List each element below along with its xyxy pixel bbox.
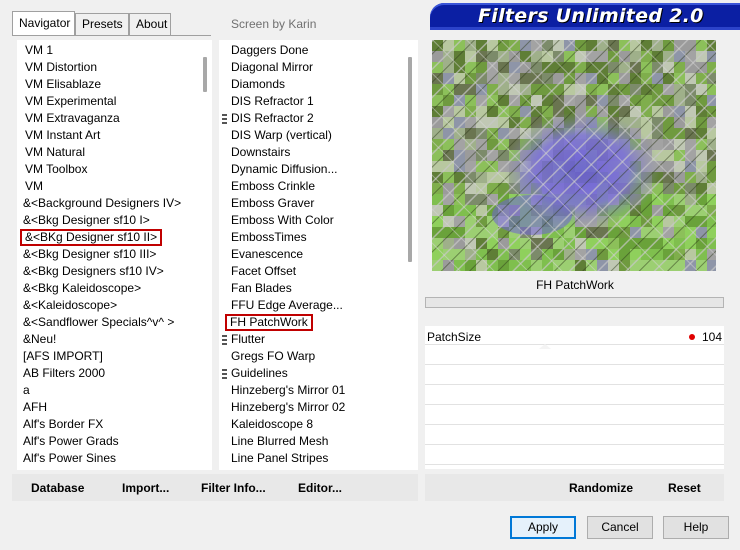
- category-item[interactable]: Alf's Border FX: [23, 416, 103, 433]
- category-item[interactable]: &<Background Designers IV>: [23, 195, 181, 212]
- patchwork-preview: [432, 40, 716, 271]
- randomize-button[interactable]: Randomize: [569, 481, 633, 495]
- filter-item[interactable]: Kaleidoscope 8: [231, 416, 313, 433]
- filter-item[interactable]: Fan Blades: [231, 280, 292, 297]
- category-item[interactable]: VM Natural: [25, 144, 85, 161]
- category-item[interactable]: [AFS IMPORT]: [23, 348, 103, 365]
- credit-text: Screen by Karin: [231, 17, 317, 31]
- filter-item[interactable]: Daggers Done: [231, 42, 308, 59]
- filter-item[interactable]: Emboss Graver: [231, 195, 314, 212]
- category-item[interactable]: VM Distortion: [25, 59, 97, 76]
- tab-presets[interactable]: Presets: [75, 13, 129, 35]
- param-row-empty: [425, 446, 724, 465]
- filter-item[interactable]: Hinzeberg's Mirror 01: [231, 382, 345, 399]
- filter-item[interactable]: DIS Warp (vertical): [231, 127, 332, 144]
- filter-item[interactable]: EmbossTimes: [231, 229, 307, 246]
- filter-info-button[interactable]: Filter Info...: [201, 481, 266, 495]
- drag-grip-icon: [222, 369, 227, 379]
- parameter-panel: PatchSize 104: [425, 326, 724, 469]
- filter-item[interactable]: DIS Refractor 1: [231, 93, 314, 110]
- filter-item[interactable]: Line Shift...: [231, 467, 291, 470]
- filter-item[interactable]: Emboss Crinkle: [231, 178, 315, 195]
- category-item[interactable]: VM Experimental: [25, 93, 116, 110]
- filter-item[interactable]: Diagonal Mirror: [231, 59, 313, 76]
- filter-item[interactable]: Flutter: [231, 331, 265, 348]
- cancel-button[interactable]: Cancel: [587, 516, 653, 539]
- preview-image: [432, 40, 716, 271]
- filter-item[interactable]: Dynamic Diffusion...: [231, 161, 337, 178]
- filter-item[interactable]: Emboss With Color: [231, 212, 334, 229]
- category-item[interactable]: VM 1: [25, 42, 53, 59]
- category-item[interactable]: AFH: [23, 399, 47, 416]
- category-item[interactable]: &<Bkg Kaleidoscope>: [23, 280, 141, 297]
- tab-navigator[interactable]: Navigator: [12, 11, 75, 36]
- category-item[interactable]: &<Sandflower Specials^v^ >: [23, 314, 174, 331]
- param-label: PatchSize: [427, 330, 482, 344]
- tab-divider: [12, 35, 211, 36]
- filter-item[interactable]: Line Panel Stripes: [231, 450, 328, 467]
- editor-button[interactable]: Editor...: [298, 481, 342, 495]
- category-item[interactable]: &<Bkg Designers sf10 IV>: [23, 263, 164, 280]
- filter-list[interactable]: Daggers Done Diagonal Mirror Diamonds DIS R…: [219, 40, 418, 470]
- help-button[interactable]: Help: [663, 516, 729, 539]
- progress-bar: [425, 297, 724, 308]
- filter-item[interactable]: Facet Offset: [231, 263, 296, 280]
- category-item[interactable]: a: [23, 382, 30, 399]
- param-row-empty: [425, 346, 724, 365]
- drag-grip-icon: [222, 114, 227, 124]
- category-item[interactable]: VM Elisablaze: [25, 76, 101, 93]
- filter-item[interactable]: DIS Refractor 2: [231, 110, 314, 127]
- category-item[interactable]: &<Bkg Designer sf10 III>: [23, 246, 156, 263]
- category-list[interactable]: VM 1 VM Distortion VM Elisablaze VM Experim…: [17, 40, 212, 470]
- category-item[interactable]: &<Bkg Designer sf10 I>: [23, 212, 150, 229]
- category-item[interactable]: VM Extravaganza: [25, 110, 120, 127]
- param-row-empty: [425, 386, 724, 405]
- category-item[interactable]: Alf's Power Sines: [23, 450, 116, 467]
- database-button[interactable]: Database: [31, 481, 84, 495]
- drag-grip-icon: [222, 335, 227, 345]
- filter-item[interactable]: Hinzeberg's Mirror 02: [231, 399, 345, 416]
- apply-button[interactable]: Apply: [510, 516, 576, 539]
- filter-item[interactable]: FFU Edge Average...: [231, 297, 343, 314]
- category-item[interactable]: &Neu!: [23, 331, 56, 348]
- tab-about[interactable]: About: [129, 13, 171, 35]
- category-item[interactable]: Alf's Power Grads: [23, 433, 119, 450]
- category-item[interactable]: &<Kaleidoscope>: [23, 297, 117, 314]
- category-scrollbar[interactable]: [203, 57, 207, 92]
- app-title: Filters Unlimited 2.0: [478, 5, 704, 27]
- filter-item[interactable]: Guidelines: [231, 365, 288, 382]
- filter-item[interactable]: Evanescence: [231, 246, 303, 263]
- param-value: 104: [702, 330, 723, 344]
- filter-item[interactable]: Downstairs: [231, 144, 290, 161]
- reset-button[interactable]: Reset: [668, 481, 701, 495]
- import-button[interactable]: Import...: [122, 481, 169, 495]
- category-item[interactable]: VM Toolbox: [25, 161, 87, 178]
- param-row-empty: [425, 366, 724, 385]
- category-item[interactable]: AB Filters 2000: [23, 365, 105, 382]
- category-item[interactable]: Alf's Power Toys: [23, 467, 110, 470]
- category-item[interactable]: VM: [25, 178, 43, 195]
- filter-name-label: FH PatchWork: [536, 278, 614, 292]
- category-item[interactable]: &<BKg Designer sf10 II>: [20, 229, 163, 246]
- param-slider-dot[interactable]: [689, 334, 695, 340]
- param-row-empty: [425, 426, 724, 445]
- param-row-empty: [425, 406, 724, 425]
- filter-item[interactable]: Gregs FO Warp: [231, 348, 315, 365]
- category-item[interactable]: VM Instant Art: [25, 127, 100, 144]
- filter-item[interactable]: Line Blurred Mesh: [231, 433, 328, 450]
- filter-item[interactable]: FH PatchWork: [225, 314, 313, 331]
- filter-scrollbar[interactable]: [408, 57, 412, 262]
- param-row-patchsize[interactable]: PatchSize 104: [425, 326, 724, 349]
- filter-item[interactable]: Diamonds: [231, 76, 285, 93]
